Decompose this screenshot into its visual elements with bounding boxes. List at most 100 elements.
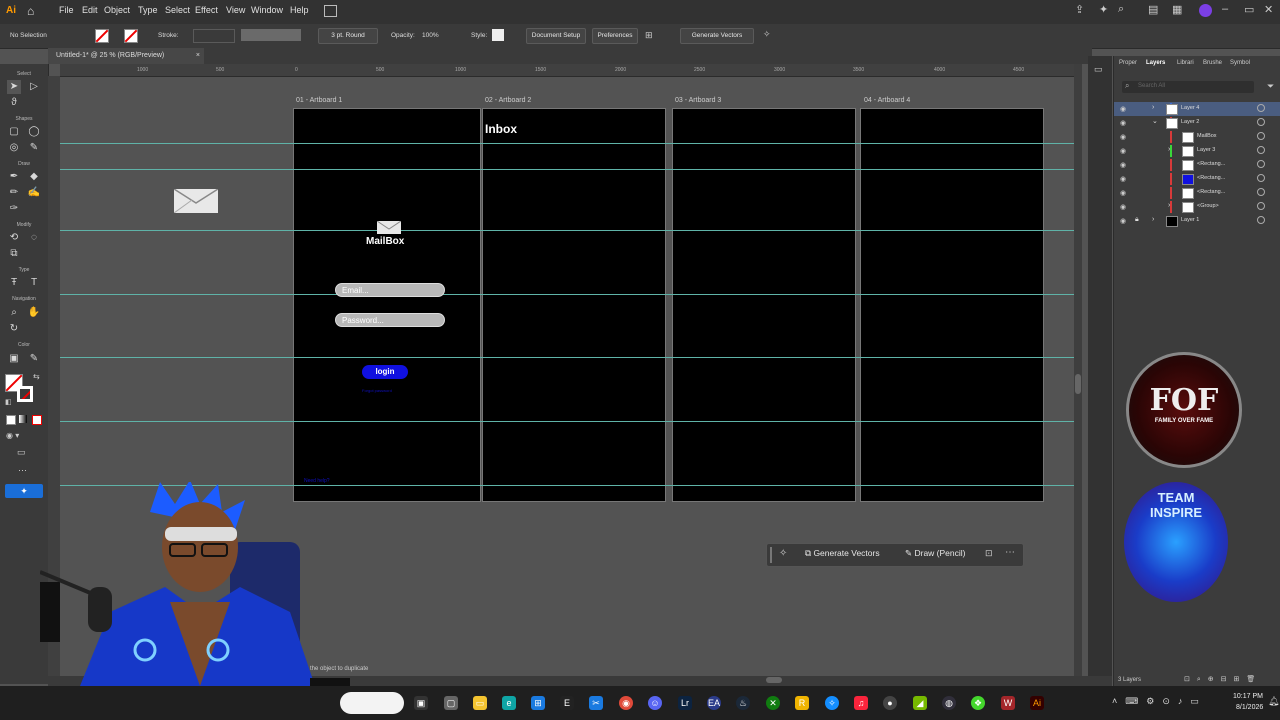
- rockstar-icon[interactable]: R: [795, 696, 809, 710]
- epic-games-icon[interactable]: E: [560, 696, 574, 710]
- document-setup-button[interactable]: Document Setup: [526, 28, 586, 44]
- notifications-icon[interactable]: 🔔︎: [1268, 696, 1279, 707]
- artboard-label[interactable]: 04 - Artboard 4: [864, 97, 910, 104]
- menu-select[interactable]: Select: [165, 5, 190, 15]
- tab-symbols[interactable]: Symbol: [1230, 60, 1250, 66]
- zoom-tool-icon[interactable]: ⌕: [7, 306, 21, 320]
- app-icon[interactable]: ▢: [444, 696, 458, 710]
- email-field[interactable]: Email...: [335, 283, 445, 297]
- magic-icon[interactable]: ✧: [763, 29, 771, 40]
- game-app-icon[interactable]: W: [1001, 696, 1015, 710]
- system-tray-icons[interactable]: ˄⌨⚙⊙♪▭: [1112, 696, 1207, 707]
- menu-window[interactable]: Window: [251, 5, 283, 15]
- envelope-icon[interactable]: [174, 189, 218, 213]
- layer-row[interactable]: ◉ <Rectang...: [1114, 158, 1280, 172]
- rectangle-tool-icon[interactable]: ▢: [7, 125, 21, 139]
- generate-vectors-context-button[interactable]: ⧉ Generate Vectors: [805, 548, 880, 559]
- target-circle-icon[interactable]: [1257, 146, 1265, 154]
- visibility-eye-icon[interactable]: ◉: [1120, 119, 1126, 127]
- rotate-view-tool-icon[interactable]: ↻: [7, 322, 21, 336]
- layer-name[interactable]: MailBox: [1197, 133, 1217, 139]
- illustrator-icon[interactable]: Ai: [1030, 696, 1044, 710]
- color-mode-icon[interactable]: [6, 415, 16, 425]
- home-icon[interactable]: ⌂: [27, 4, 34, 18]
- layer-name[interactable]: Layer 4: [1181, 105, 1199, 111]
- visibility-eye-icon[interactable]: ◉: [1120, 189, 1126, 197]
- avatar[interactable]: [1199, 4, 1212, 17]
- brush-tool-icon[interactable]: ✍: [27, 186, 41, 200]
- generate-vectors-button[interactable]: Generate Vectors: [680, 28, 754, 44]
- snipping-tool-icon[interactable]: ✂: [589, 696, 603, 710]
- tab-layers[interactable]: Layers: [1146, 60, 1165, 66]
- battlenet-icon[interactable]: ✧: [825, 696, 839, 710]
- visibility-eye-icon[interactable]: ◉: [1120, 175, 1126, 183]
- artboard-4[interactable]: [860, 108, 1044, 502]
- edge-icon[interactable]: e: [502, 696, 516, 710]
- close-icon[interactable]: ✕: [1264, 3, 1273, 16]
- generative-icon[interactable]: ✧: [779, 548, 787, 559]
- visibility-eye-icon[interactable]: ◉: [1120, 161, 1126, 169]
- menu-edit[interactable]: Edit: [82, 5, 98, 15]
- lock-icon[interactable]: 🔒︎: [1135, 216, 1139, 224]
- menu-file[interactable]: File: [59, 5, 74, 15]
- layer-row[interactable]: ◉ › Layer 3: [1114, 144, 1280, 158]
- store-icon[interactable]: ⊞: [531, 696, 545, 710]
- guide-line[interactable]: [60, 421, 1074, 422]
- draw-pencil-button[interactable]: ✎ Draw (Pencil): [905, 548, 966, 559]
- warp-tool-icon[interactable]: ◌: [27, 231, 41, 245]
- maximize-icon[interactable]: ▭: [1244, 3, 1254, 16]
- minimize-icon[interactable]: –: [1222, 3, 1228, 15]
- collapse-chevron-icon[interactable]: ⌄: [1152, 117, 1158, 125]
- type-tool-icon[interactable]: T: [27, 276, 41, 290]
- layers-panel-footer-icons[interactable]: ⊡⌕⊕⊟⊞🗑︎: [1184, 675, 1262, 684]
- draw-mode-icon[interactable]: ◉ ▾: [6, 431, 19, 440]
- xbox-icon[interactable]: ✕: [766, 696, 780, 710]
- task-view-icon[interactable]: ▣: [414, 696, 428, 710]
- discover-icon[interactable]: ✦: [1099, 3, 1108, 16]
- none-mode-icon[interactable]: [32, 415, 42, 425]
- pin-bar-icon[interactable]: ⊡: [985, 548, 993, 559]
- layer-row[interactable]: ◉ 🔒︎ › Layer 1: [1114, 214, 1280, 228]
- default-colors-icon[interactable]: ◧: [5, 398, 12, 406]
- obs-icon[interactable]: ◍: [942, 696, 956, 710]
- nvidia-icon[interactable]: ◢: [913, 696, 927, 710]
- lightroom-icon[interactable]: Lr: [678, 696, 692, 710]
- brush-dropdown[interactable]: 3 pt. Round: [318, 28, 378, 44]
- close-tab-icon[interactable]: ×: [196, 48, 200, 64]
- layer-row[interactable]: ◉ <Rectang...: [1114, 172, 1280, 186]
- menu-object[interactable]: Object: [104, 5, 130, 15]
- pencil-tool-icon[interactable]: ✏: [7, 186, 21, 200]
- discord-icon[interactable]: ☺: [648, 696, 662, 710]
- more-options-icon[interactable]: ⋯: [1005, 547, 1015, 558]
- music-icon[interactable]: ♫: [854, 696, 868, 710]
- swap-colors-icon[interactable]: ⇆: [33, 372, 40, 381]
- drag-handle-icon[interactable]: [770, 547, 772, 563]
- horizontal-scrollbar-thumb[interactable]: [766, 677, 782, 683]
- direct-selection-tool-icon[interactable]: ▷: [27, 80, 41, 94]
- layer-name[interactable]: <Group>: [1197, 203, 1219, 209]
- ellipse-tool-icon[interactable]: ◯: [27, 125, 41, 139]
- blob-brush-tool-icon[interactable]: ✑: [7, 202, 21, 216]
- layer-row[interactable]: ◉ ⌄ Layer 2: [1114, 116, 1280, 130]
- guide-line[interactable]: [60, 357, 1074, 358]
- selection-tool-icon[interactable]: ➤: [7, 80, 21, 94]
- filter-icon[interactable]: ⏷: [1267, 81, 1274, 92]
- app-logo[interactable]: Ai: [6, 5, 16, 16]
- visibility-eye-icon[interactable]: ◉: [1120, 133, 1126, 141]
- pen-tool-icon[interactable]: ✒: [7, 170, 21, 184]
- target-circle-icon[interactable]: [1257, 202, 1265, 210]
- file-explorer-icon[interactable]: ▭: [473, 696, 487, 710]
- opacity-value[interactable]: 100%: [422, 32, 439, 39]
- target-circle-icon[interactable]: [1257, 104, 1265, 112]
- artboard-label[interactable]: 03 - Artboard 3: [675, 97, 721, 104]
- forgot-password-link[interactable]: Forgot password: [362, 388, 392, 393]
- eraser-tool-icon[interactable]: ◆: [27, 170, 41, 184]
- mailbox-logo-icon[interactable]: [377, 221, 401, 234]
- chrome-icon[interactable]: ◉: [619, 696, 633, 710]
- clock-date[interactable]: 8/1/2026: [1236, 704, 1263, 711]
- layer-name[interactable]: Layer 2: [1181, 119, 1199, 125]
- steam-icon[interactable]: ♨: [736, 696, 750, 710]
- layer-name[interactable]: <Rectang...: [1197, 175, 1225, 181]
- type-on-path-tool-icon[interactable]: Ŧ: [7, 276, 21, 290]
- menu-help[interactable]: Help: [290, 5, 309, 15]
